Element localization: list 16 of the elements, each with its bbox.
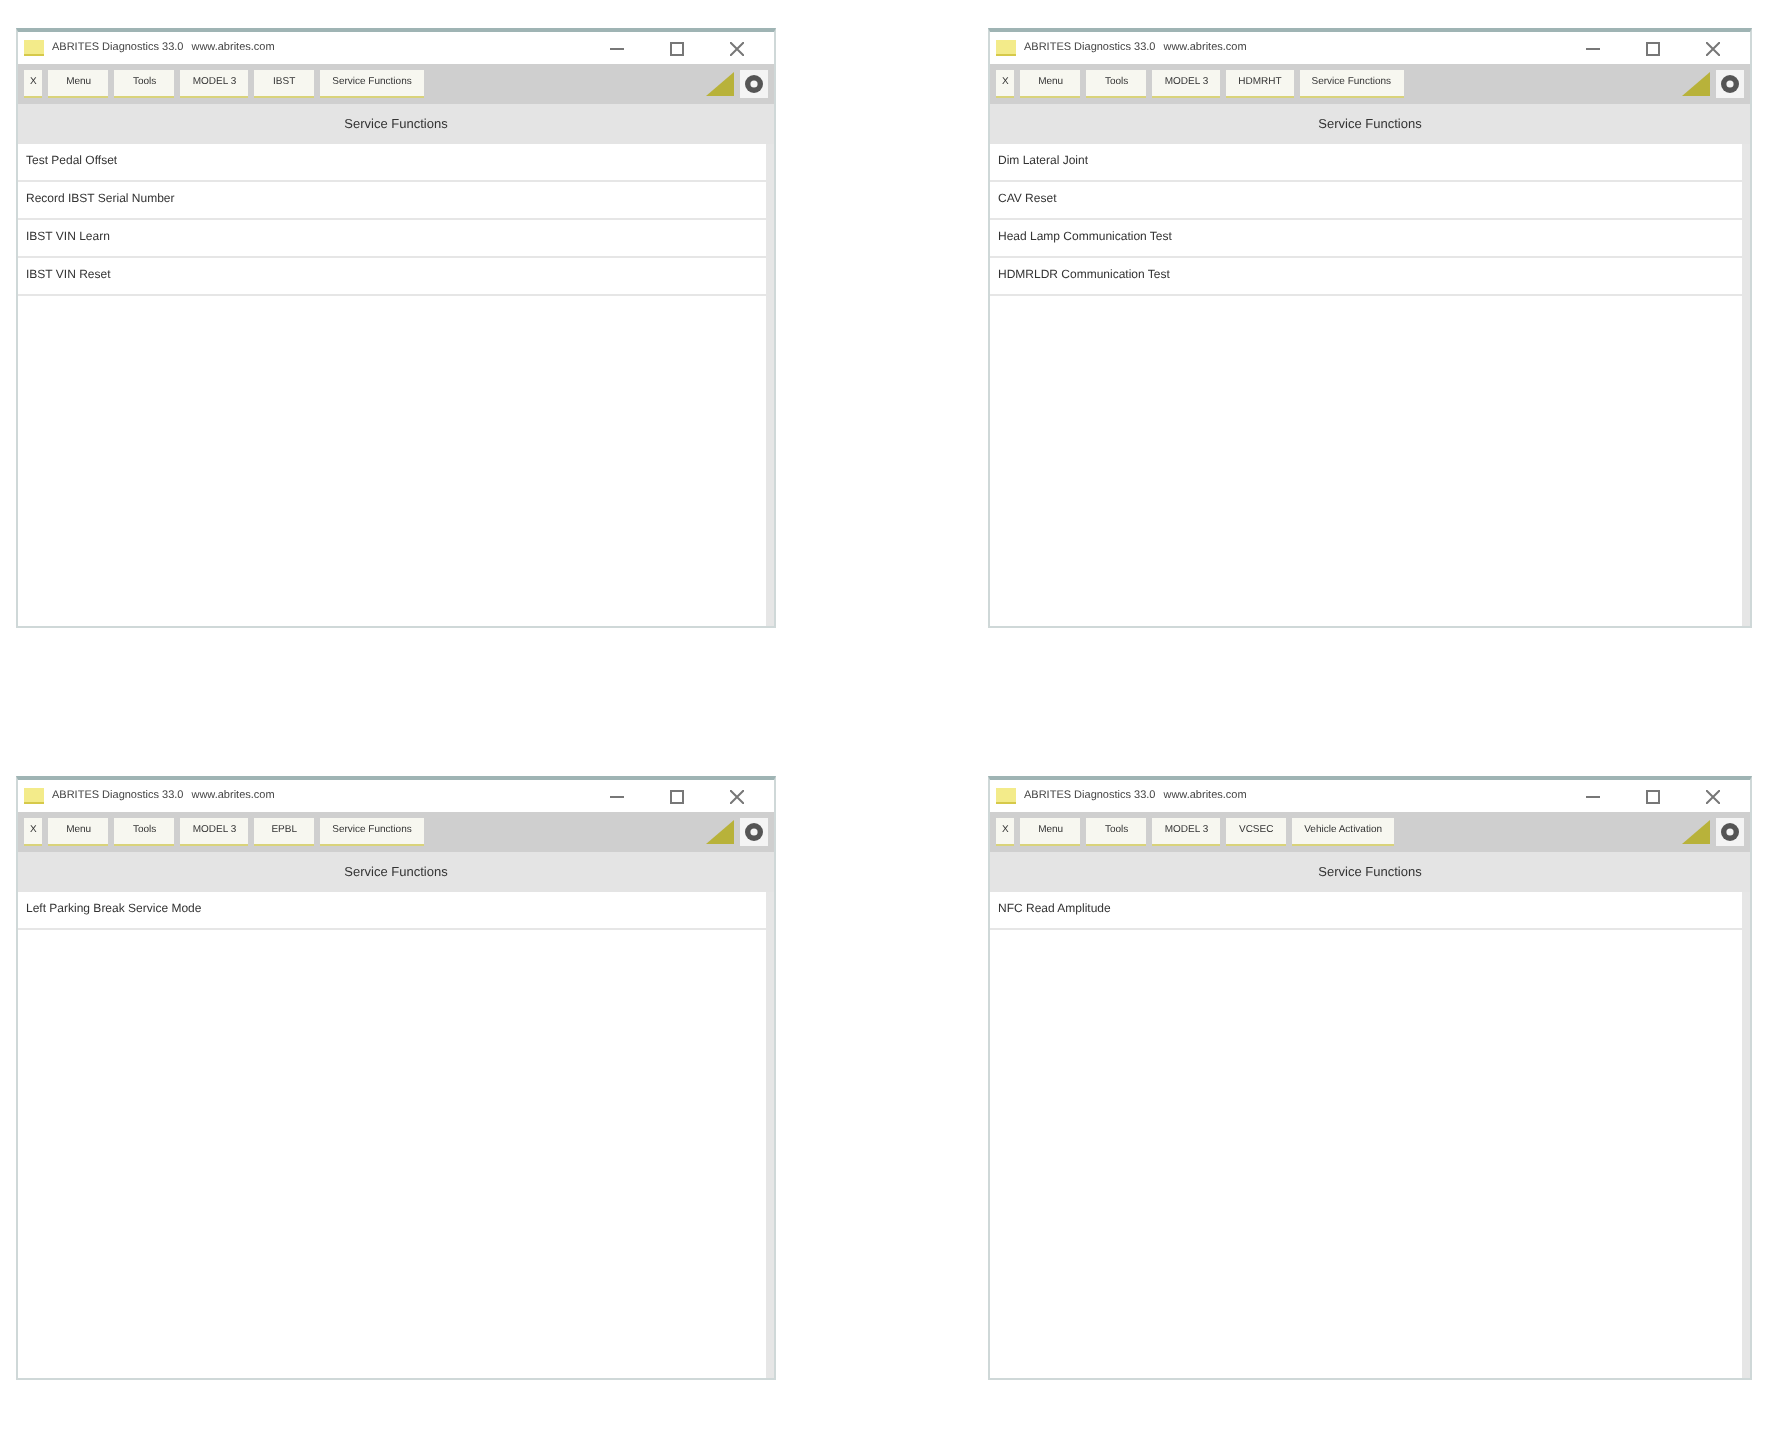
- logo-icon: [24, 788, 44, 804]
- scrollbar[interactable]: [1742, 892, 1750, 1378]
- scrollbar[interactable]: [766, 144, 774, 626]
- signal-icon: [1682, 820, 1710, 844]
- settings-icon[interactable]: [740, 818, 768, 846]
- settings-icon[interactable]: [1716, 70, 1744, 98]
- scrollbar[interactable]: [766, 892, 774, 1378]
- scrollbar[interactable]: [1742, 144, 1750, 626]
- signal-icon: [706, 820, 734, 844]
- signal-icon: [1682, 72, 1710, 96]
- signal-icon: [706, 72, 734, 96]
- settings-icon[interactable]: [740, 70, 768, 98]
- logo-icon: [996, 40, 1016, 56]
- settings-icon[interactable]: [1716, 818, 1744, 846]
- logo-icon: [24, 40, 44, 56]
- logo-icon: [996, 788, 1016, 804]
